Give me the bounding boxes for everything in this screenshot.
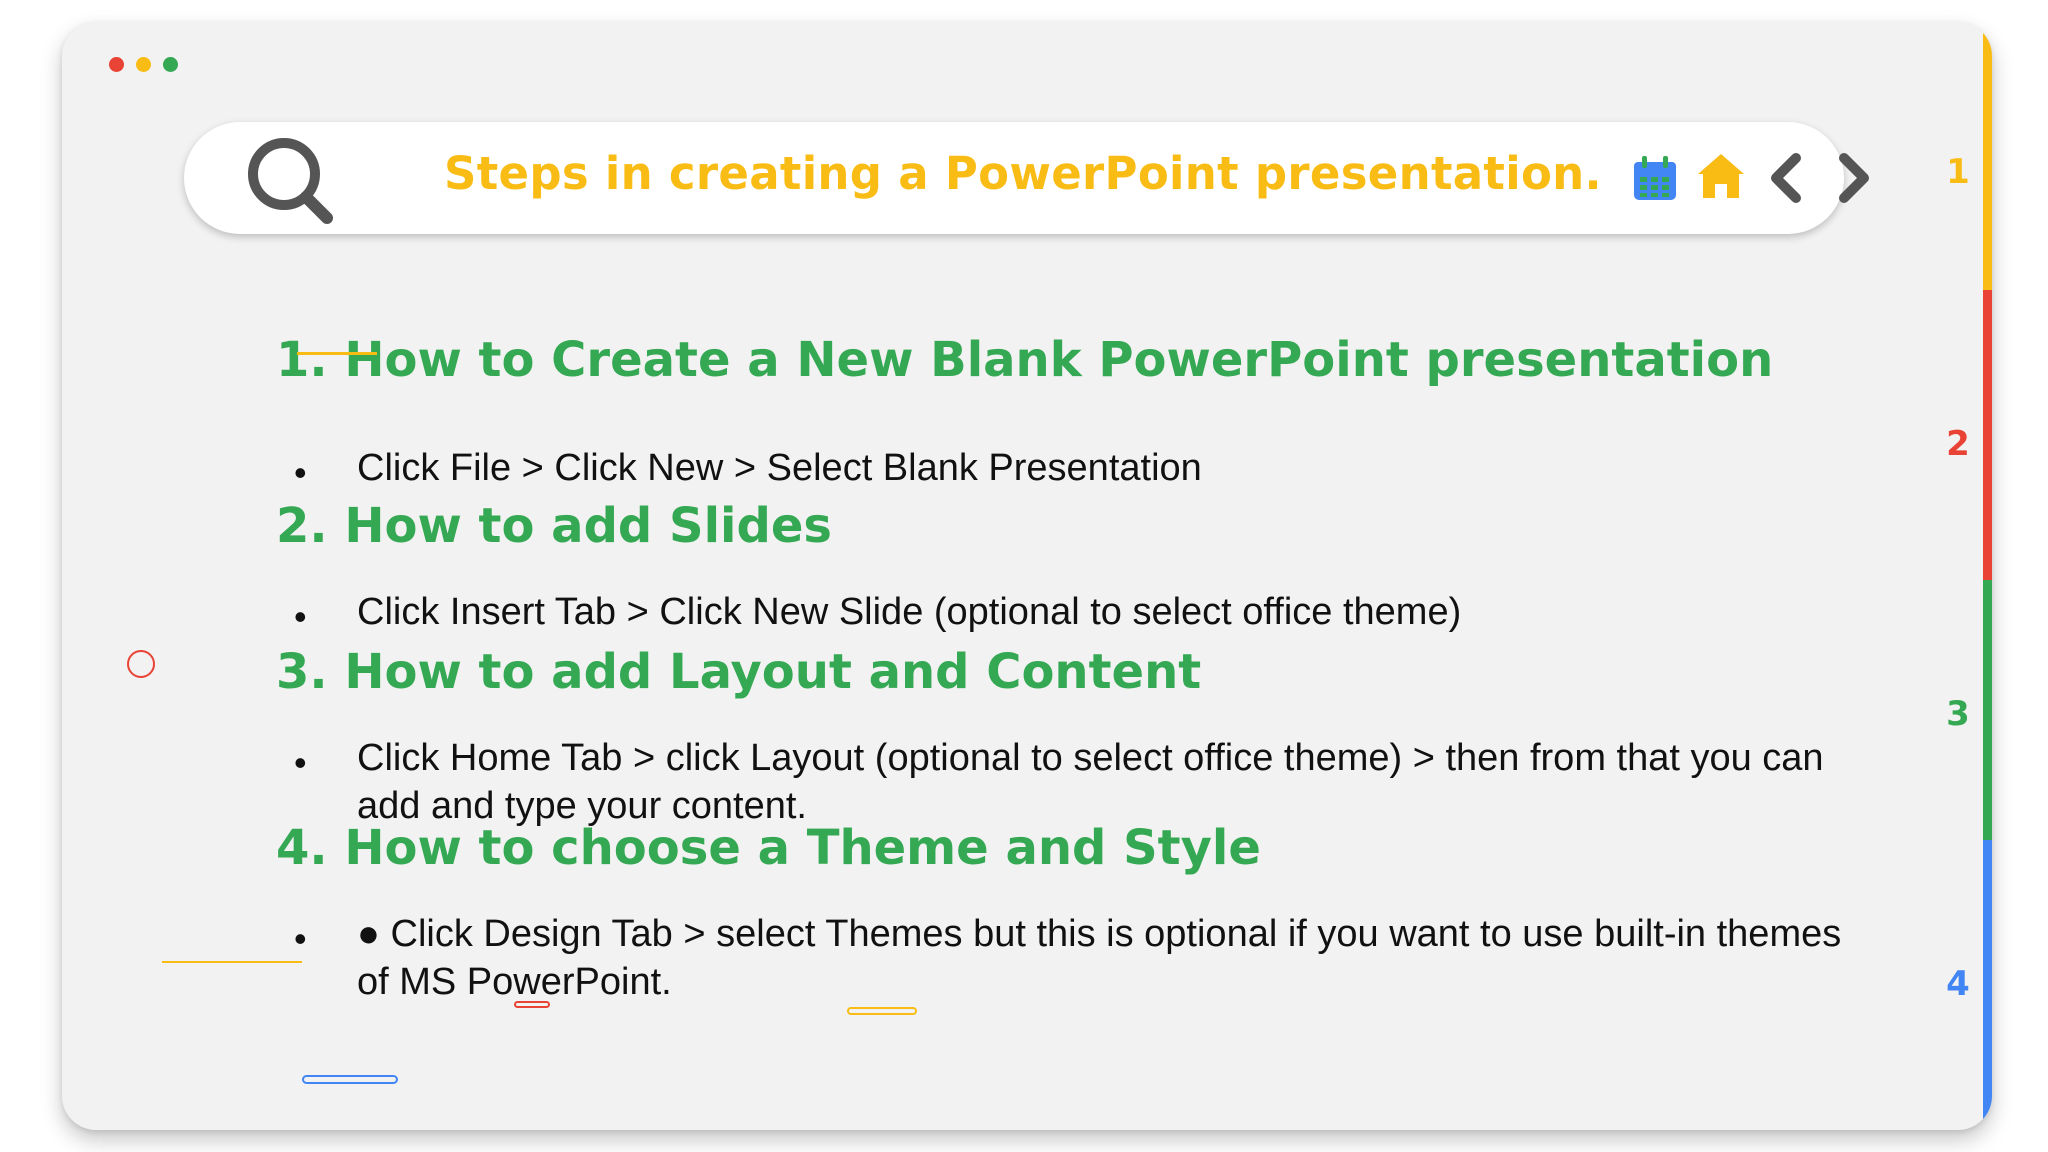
step-text-3: Click Home Tab > click Layout (optional … bbox=[357, 737, 1824, 827]
decorative-pill-blue bbox=[302, 1075, 398, 1084]
decorative-underline bbox=[297, 352, 377, 355]
section-heading-2: 2. How to add Slides bbox=[276, 498, 832, 554]
step-text-2: Click Insert Tab > Click New Slide (opti… bbox=[357, 591, 1462, 633]
home-icon[interactable] bbox=[1696, 152, 1746, 200]
decorative-line bbox=[162, 961, 302, 963]
section-heading-4: 4. How to choose a Theme and Style bbox=[276, 820, 1261, 876]
tab-strip-2[interactable] bbox=[1983, 290, 1992, 580]
tab-4[interactable]: 4 bbox=[1938, 964, 1978, 1004]
search-bar[interactable]: Steps in creating a PowerPoint presentat… bbox=[184, 122, 1869, 234]
step-text-1: Click File > Click New > Select Blank Pr… bbox=[357, 447, 1202, 489]
section-heading-3: 3. How to add Layout and Content bbox=[276, 644, 1202, 700]
search-icon[interactable] bbox=[242, 134, 338, 230]
tab-2[interactable]: 2 bbox=[1938, 424, 1978, 464]
bullet-3: • bbox=[294, 742, 307, 783]
close-window-button[interactable] bbox=[109, 57, 124, 72]
tab-strip-1[interactable] bbox=[1983, 22, 1992, 290]
section-heading-1: 1. How to Create a New Blank PowerPoint … bbox=[276, 332, 1774, 388]
bullet-2: • bbox=[294, 596, 307, 637]
tab-strip-4[interactable] bbox=[1983, 840, 1992, 1130]
decorative-pill-red bbox=[514, 1001, 550, 1008]
bullet-4: • bbox=[294, 918, 307, 959]
calendar-icon[interactable] bbox=[1632, 154, 1678, 202]
step-text-4: ● Click Design Tab > select Themes but t… bbox=[357, 913, 1842, 1003]
tab-strip-3[interactable] bbox=[1983, 580, 1992, 840]
bullet-1: • bbox=[294, 452, 307, 493]
tab-1[interactable]: 1 bbox=[1938, 152, 1978, 192]
decorative-pill-yellow bbox=[847, 1007, 917, 1015]
decorative-circle bbox=[127, 650, 155, 678]
tab-3[interactable]: 3 bbox=[1938, 694, 1978, 734]
page-title: Steps in creating a PowerPoint presentat… bbox=[444, 147, 1602, 200]
chevron-left-icon[interactable] bbox=[1766, 152, 1806, 204]
app-window: Steps in creating a PowerPoint presentat… bbox=[62, 22, 1992, 1130]
minimize-window-button[interactable] bbox=[136, 57, 151, 72]
chevron-right-icon[interactable] bbox=[1834, 152, 1874, 204]
maximize-window-button[interactable] bbox=[163, 57, 178, 72]
